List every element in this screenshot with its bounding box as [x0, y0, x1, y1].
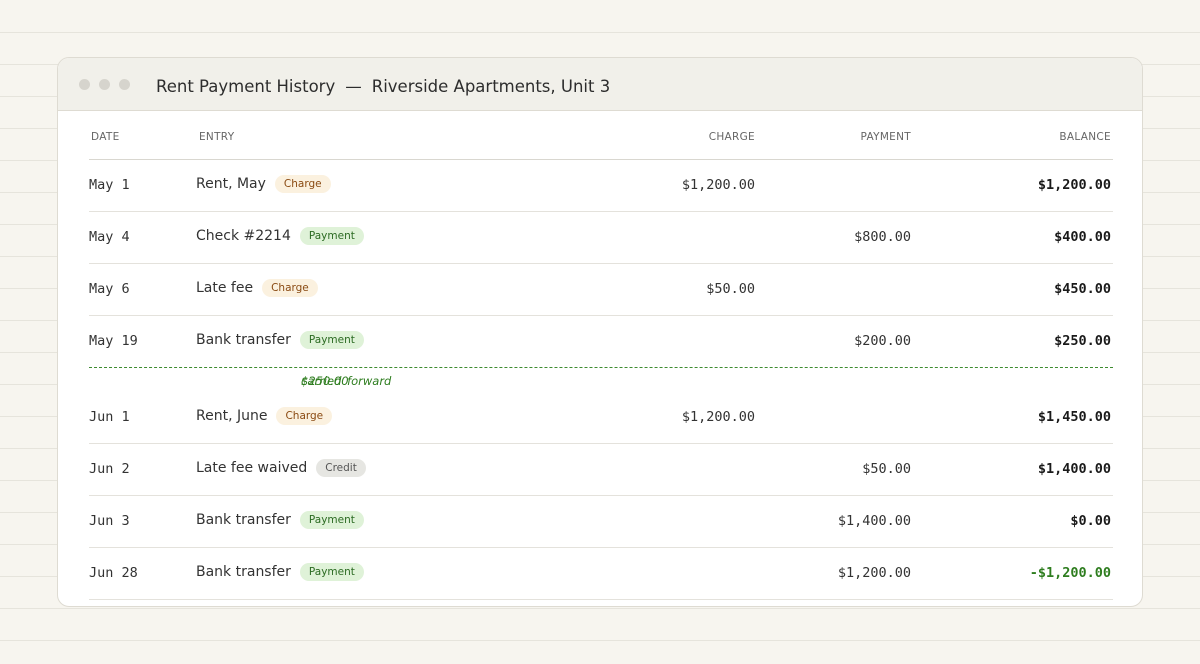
charge-badge: Charge: [274, 175, 331, 193]
row-charge: $50.00: [706, 281, 755, 297]
row-date: Jun 2: [89, 461, 130, 477]
row-date: Jun 3: [89, 513, 130, 529]
window-close-dot[interactable]: [79, 79, 90, 90]
row-entry: Rent, May Charge: [196, 175, 331, 193]
charge-badge: Charge: [276, 407, 333, 425]
entry-label: Rent, June: [196, 408, 268, 424]
row-charge: $1,200.00: [681, 409, 755, 425]
entry-label: Bank transfer: [196, 512, 291, 528]
carry-forward-divider: carried forward $250.00: [89, 367, 1113, 392]
row-entry: Rent, June Charge: [196, 407, 333, 425]
row-charge: $1,200.00: [681, 177, 755, 193]
row-entry: Bank transfer Payment: [196, 511, 364, 529]
table-row[interactable]: May 4 Check #2214 Payment $800.00 $400.00: [89, 212, 1113, 264]
table-row[interactable]: May 6 Late fee Charge $50.00 $450.00: [89, 264, 1113, 316]
payment-badge: Payment: [299, 331, 364, 349]
row-balance: $0.00: [1070, 513, 1111, 529]
carry-forward-amount: $250.00: [301, 374, 349, 388]
window-minimize-dot[interactable]: [99, 79, 110, 90]
payment-badge: Payment: [299, 227, 364, 245]
ledger-table: DATE ENTRY CHARGE PAYMENT BALANCE May 1 …: [89, 112, 1113, 600]
row-entry: Bank transfer Payment: [196, 331, 364, 349]
row-date: May 4: [89, 229, 130, 245]
row-date: Jun 28: [89, 565, 138, 581]
payment-badge: Payment: [299, 563, 364, 581]
row-balance: $450.00: [1054, 281, 1111, 297]
row-date: Jun 1: [89, 409, 130, 425]
title-bar: Rent Payment History — Riverside Apartment…: [58, 58, 1142, 111]
column-header-payment: PAYMENT: [860, 131, 911, 143]
entry-label: Late fee waived: [196, 460, 308, 476]
entry-label: Check #2214: [196, 228, 291, 244]
table-row[interactable]: Jun 3 Bank transfer Payment $1,400.00 $0.…: [89, 496, 1113, 548]
table-row[interactable]: Jun 28 Bank transfer Payment $1,200.00 -$…: [89, 548, 1113, 600]
row-balance: $1,450.00: [1037, 409, 1111, 425]
row-entry: Check #2214 Payment: [196, 227, 364, 245]
window-maximize-dot[interactable]: [119, 79, 130, 90]
column-header-entry: ENTRY: [199, 131, 235, 143]
table-row[interactable]: May 19 Bank transfer Payment $200.00 $250…: [89, 316, 1113, 367]
row-entry: Late fee Charge: [196, 279, 318, 297]
row-balance: $1,200.00: [1037, 177, 1111, 193]
window-title: Rent Payment History — Riverside Apartment…: [156, 58, 610, 115]
row-balance: $400.00: [1054, 229, 1111, 245]
row-balance-negative: -$1,200.00: [1029, 565, 1111, 581]
property-name: Riverside Apartments, Unit 3: [371, 77, 611, 96]
row-date: May 6: [89, 281, 130, 297]
entry-label: Bank transfer: [196, 564, 291, 580]
column-header-balance: BALANCE: [1059, 131, 1111, 143]
row-balance: $250.00: [1054, 333, 1111, 349]
table-row[interactable]: Jun 1 Rent, June Charge $1,200.00 $1,450.…: [89, 392, 1113, 444]
row-payment: $50.00: [862, 461, 911, 477]
row-entry: Bank transfer Payment: [196, 563, 364, 581]
entry-label: Late fee: [196, 280, 254, 296]
row-date: May 1: [89, 177, 130, 193]
row-payment: $1,200.00: [837, 565, 911, 581]
ledger-window: Rent Payment History — Riverside Apartment…: [57, 57, 1143, 607]
row-payment: $1,400.00: [837, 513, 911, 529]
title-text: Rent Payment History: [156, 77, 336, 96]
entry-label: Rent, May: [196, 176, 266, 192]
title-separator: —: [345, 77, 362, 96]
row-payment: $800.00: [854, 229, 911, 245]
table-row[interactable]: May 1 Rent, May Charge $1,200.00 $1,200.0…: [89, 160, 1113, 212]
row-payment: $200.00: [854, 333, 911, 349]
row-entry: Late fee waived Credit: [196, 459, 366, 477]
credit-badge: Credit: [316, 459, 366, 477]
column-header-date: DATE: [91, 131, 120, 143]
charge-badge: Charge: [262, 279, 318, 297]
row-date: May 19: [89, 333, 138, 349]
column-header-charge: CHARGE: [708, 131, 755, 143]
entry-label: Bank transfer: [196, 332, 291, 348]
table-row[interactable]: Jun 2 Late fee waived Credit $50.00 $1,40…: [89, 444, 1113, 496]
table-header: DATE ENTRY CHARGE PAYMENT BALANCE: [89, 112, 1113, 160]
payment-badge: Payment: [299, 511, 364, 529]
row-balance: $1,400.00: [1037, 461, 1111, 477]
